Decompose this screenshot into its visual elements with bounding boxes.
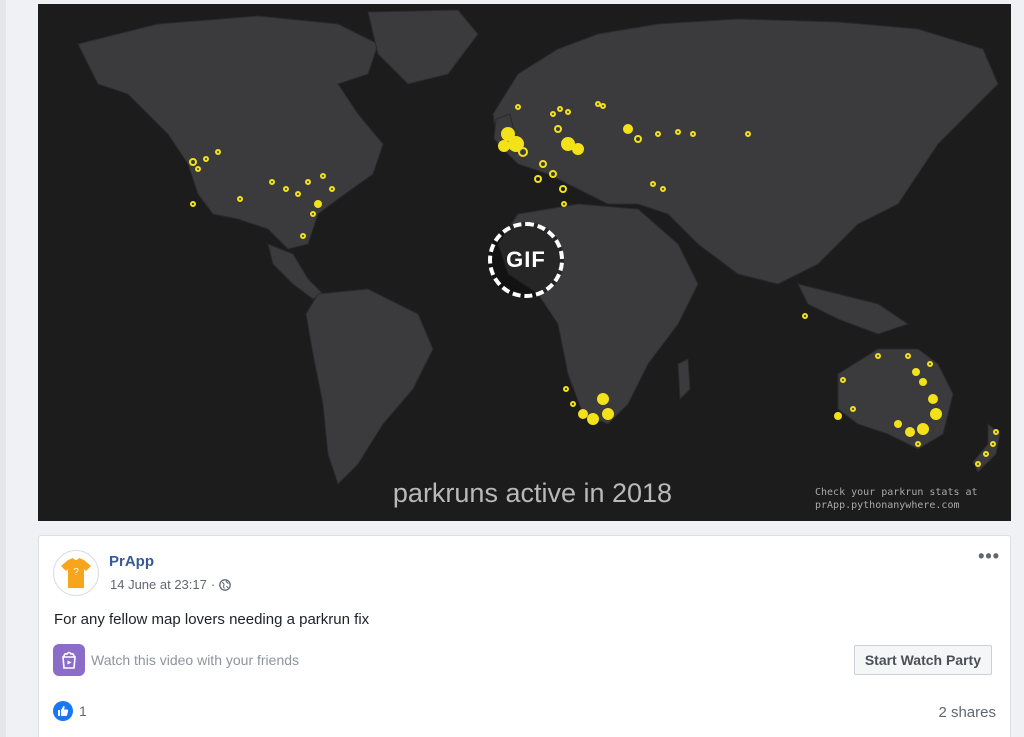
like-icon[interactable]: [53, 701, 73, 721]
post-text: For any fellow map lovers needing a park…: [54, 611, 370, 628]
reactions-summary[interactable]: 1: [53, 701, 87, 721]
south-america-land: [305, 288, 434, 485]
map-credit-line-1: Check your parkrun stats at: [815, 487, 978, 498]
facebook-post-page: GIF parkruns active in 2018 Check your p…: [0, 0, 1024, 737]
tshirt-icon: ?: [61, 558, 91, 588]
left-gutter: [0, 0, 6, 737]
madagascar-land: [677, 358, 691, 401]
watch-party-icon[interactable]: [53, 644, 85, 676]
north-america-land: [77, 15, 384, 250]
start-watch-party-button[interactable]: Start Watch Party: [853, 645, 992, 675]
reaction-count[interactable]: 1: [79, 703, 87, 719]
meta-separator: ·: [210, 577, 216, 592]
central-america-land: [267, 243, 324, 300]
shares-count[interactable]: 2 shares: [938, 704, 996, 721]
watch-party-prompt[interactable]: Watch this video with your friends: [91, 652, 299, 668]
gif-play-badge[interactable]: GIF: [488, 222, 564, 298]
gif-media[interactable]: GIF parkruns active in 2018 Check your p…: [38, 4, 1011, 521]
post-timestamp[interactable]: 14 June at 23:17: [110, 577, 207, 592]
post-card: ? PrApp 14 June at 23:17 · ••• For any f…: [38, 535, 1011, 737]
svg-text:?: ?: [73, 567, 79, 578]
globe-icon[interactable]: [219, 578, 232, 591]
avatar[interactable]: ?: [53, 550, 99, 596]
map-credit: Check your parkrun stats at prApp.python…: [815, 486, 995, 512]
post-author[interactable]: PrApp: [109, 553, 154, 570]
map-credit-line-2: prApp.pythonanywhere.com: [815, 500, 960, 511]
southeast-asia-land: [797, 283, 910, 335]
post-meta: 14 June at 23:17 ·: [110, 577, 232, 592]
greenland-land: [367, 9, 479, 85]
more-options-icon[interactable]: •••: [978, 546, 1000, 567]
watch-party-row: Watch this video with your friends Start…: [53, 642, 998, 678]
